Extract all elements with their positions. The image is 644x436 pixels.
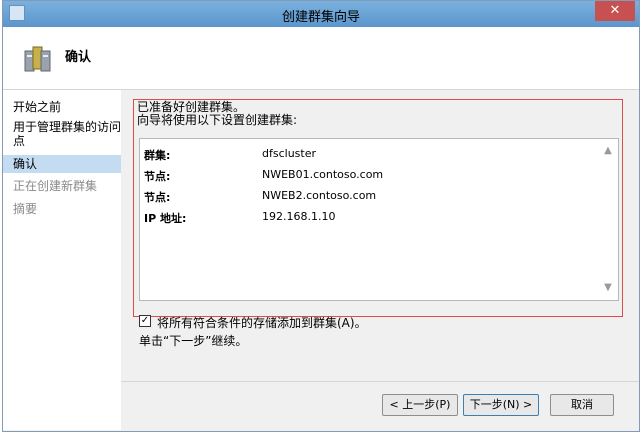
step-access-point[interactable]: 用于管理群集的访问 点 [3, 120, 121, 148]
summary-row: 群集: dfscluster [140, 147, 600, 165]
step-summary: 摘要 [3, 202, 121, 216]
cancel-button[interactable]: 取消 [550, 394, 614, 416]
step-label: 确认 [13, 157, 38, 171]
wizard-header: 确认 [3, 27, 639, 90]
next-button[interactable]: 下一步(N) > [463, 394, 539, 416]
settings-summary-box[interactable]: 群集: dfscluster 节点: NWEB01.contoso.com 节点… [139, 138, 619, 301]
summary-key: 节点: [144, 170, 171, 183]
summary-key: 节点: [144, 191, 171, 204]
step-label: 用于管理群集的访问 [13, 120, 122, 134]
step-label: 摘要 [13, 202, 38, 216]
wizard-steps: 开始之前 用于管理群集的访问 点 确认 正在创建新群集 摘要 [3, 90, 121, 430]
scroll-down-arrow-icon[interactable]: ▼ [602, 282, 614, 294]
summary-key: 群集: [144, 149, 171, 162]
wizard-window: 创建群集向导 ✕ 确认 开始之前 用于管理群集的访问 点 确认 正在创建新群集 [2, 0, 640, 432]
summary-row: IP 地址: 192.168.1.10 [140, 210, 600, 228]
add-storage-label[interactable]: 将所有符合条件的存储添加到群集(A)。 [157, 314, 367, 331]
title-bar[interactable]: 创建群集向导 ✕ [3, 1, 639, 27]
cluster-server-icon [24, 46, 51, 72]
page-title: 确认 [65, 50, 92, 65]
summary-value: NWEB01.contoso.com [262, 168, 384, 181]
step-label: 正在创建新群集 [13, 179, 98, 193]
continue-instruction: 单击“下一步”继续。 [139, 334, 248, 348]
close-button[interactable]: ✕ [595, 1, 635, 21]
summary-value: 192.168.1.10 [262, 210, 336, 223]
scroll-up-arrow-icon[interactable]: ▲ [602, 145, 614, 157]
add-storage-checkbox[interactable]: ✓ [139, 315, 151, 327]
step-label-continued: 点 [13, 134, 26, 148]
summary-value: dfscluster [262, 147, 316, 160]
step-before-you-begin[interactable]: 开始之前 [3, 100, 121, 114]
summary-key: IP 地址: [144, 212, 187, 225]
window-title: 创建群集向导 [281, 10, 360, 25]
step-confirm[interactable]: 确认 [3, 155, 121, 173]
summary-row: 节点: NWEB2.contoso.com [140, 189, 600, 207]
footer-divider [121, 381, 639, 382]
wizard-content: 已准备好创建群集。 向导将使用以下设置创建群集: 群集: dfscluster … [121, 90, 639, 428]
step-creating-cluster: 正在创建新群集 [3, 179, 121, 193]
summary-value: NWEB2.contoso.com [262, 189, 377, 202]
step-label: 开始之前 [13, 100, 62, 114]
summary-row: 节点: NWEB01.contoso.com [140, 168, 600, 186]
close-icon: ✕ [609, 3, 621, 18]
previous-button[interactable]: < 上一步(P) [382, 394, 458, 416]
